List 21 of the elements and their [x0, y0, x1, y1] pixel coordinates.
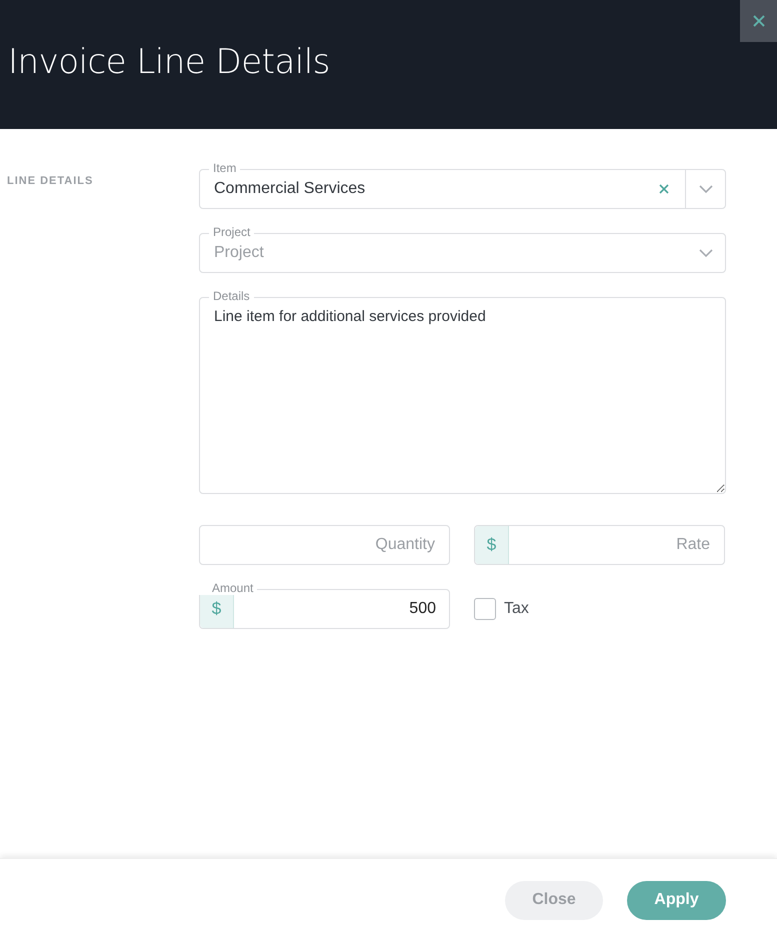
clear-icon[interactable]: [659, 184, 669, 194]
details-field[interactable]: Details Line item for additional services provided: [199, 289, 726, 494]
chevron-down-icon[interactable]: [699, 249, 713, 257]
field-label: Amount: [198, 581, 258, 595]
field-label: Details: [209, 289, 254, 303]
quantity-input[interactable]: Quantity: [200, 526, 449, 564]
rate-input[interactable]: Rate: [509, 526, 724, 564]
field-label: Project: [209, 225, 254, 239]
checkbox-label: Tax: [504, 600, 529, 618]
chevron-down-icon[interactable]: [699, 185, 713, 193]
tax-checkbox[interactable]: [474, 598, 496, 620]
item-select[interactable]: Item Commercial Services: [199, 161, 726, 209]
close-icon: [752, 14, 766, 28]
close-button[interactable]: [740, 0, 777, 42]
amount-field[interactable]: Amount $ 500: [199, 581, 450, 629]
currency-prefix: $: [475, 526, 509, 564]
section-label: LINE DETAILS: [7, 175, 94, 187]
field-label: Item: [209, 161, 240, 175]
dialog-title: Invoice Line Details: [8, 42, 330, 82]
item-value: Commercial Services: [214, 180, 366, 198]
project-placeholder: Project: [214, 244, 265, 262]
